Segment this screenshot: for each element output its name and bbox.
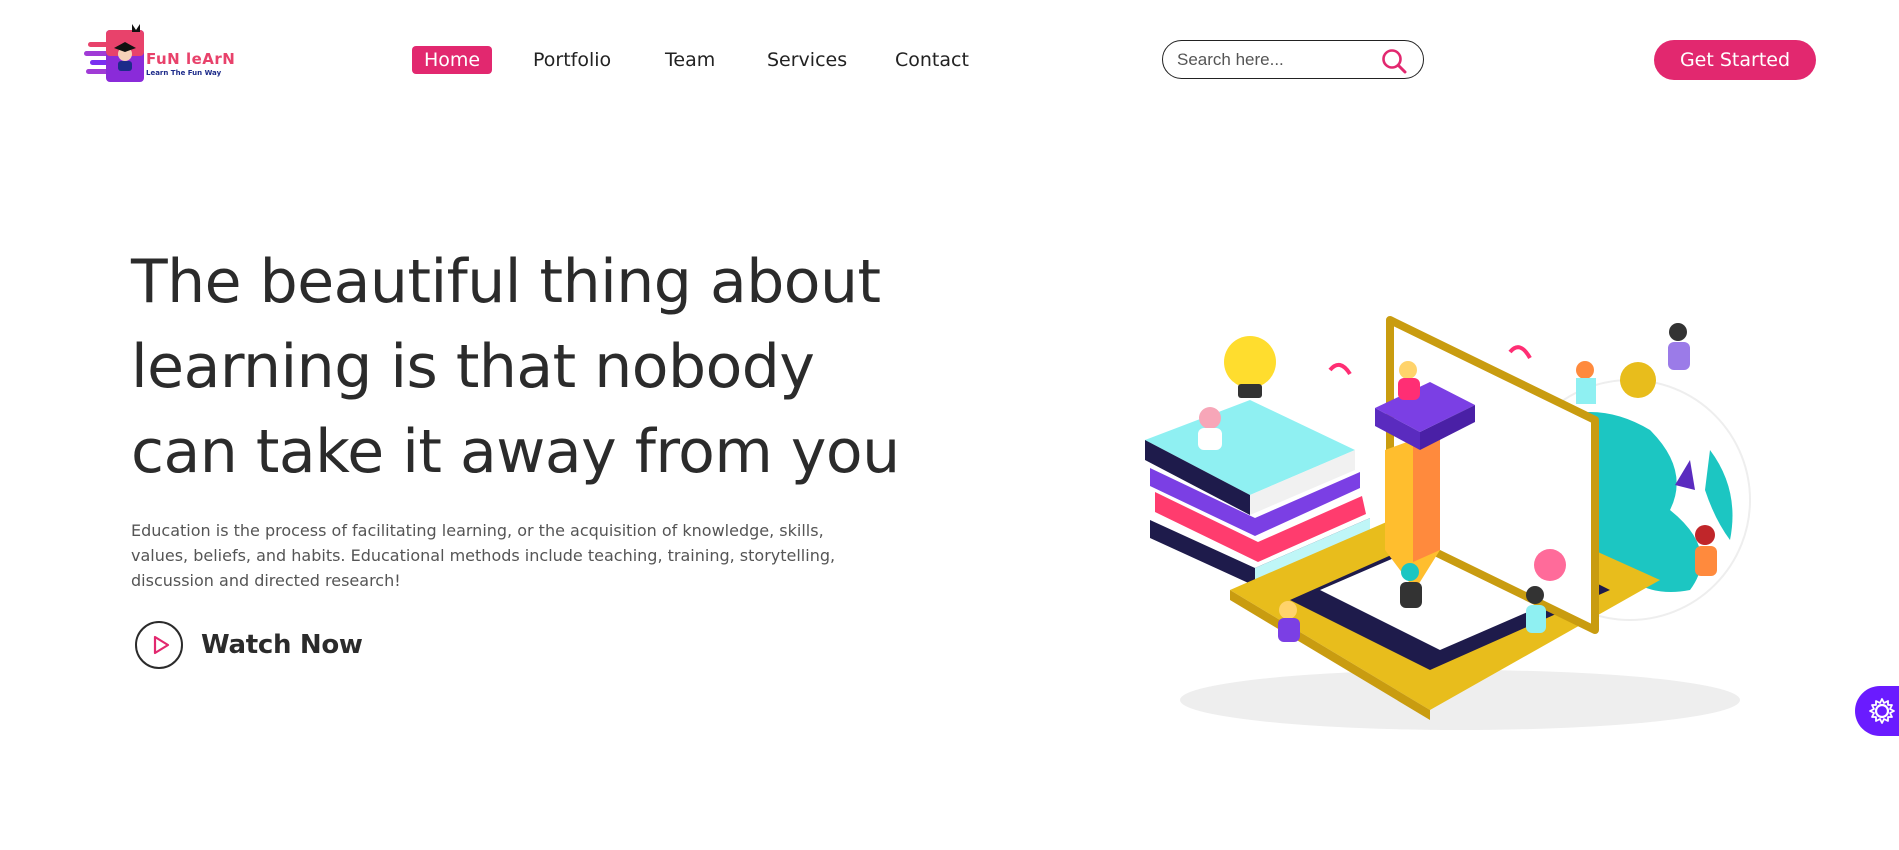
gear-icon [1869,698,1895,724]
logo-mark-icon [84,24,146,84]
brand-logo[interactable]: FuN leArN Learn The Fun Way [84,22,244,86]
nav-item-home[interactable]: Home [412,46,493,74]
play-icon[interactable] [135,621,183,669]
hero-title-line: learning is that nobody [131,332,815,402]
education-illustration [1130,300,1780,740]
nav-item-team[interactable]: Team [665,46,715,74]
watch-now-button[interactable]: Watch Now [135,620,363,670]
nav-item-services[interactable]: Services [767,46,847,74]
search-input[interactable] [1177,49,1377,71]
hero-description: Education is the process of facilitating… [131,521,836,590]
get-started-button[interactable]: Get Started [1654,40,1816,80]
nav-item-contact[interactable]: Contact [895,46,969,74]
nav-item-portfolio[interactable]: Portfolio [533,46,611,74]
brand-tagline: Learn The Fun Way [146,69,222,77]
hero-title-line: The beautiful thing about [131,247,881,317]
watch-now-label: Watch Now [201,630,363,660]
hero-title-line: can take it away from you [131,417,900,487]
search-icon[interactable] [1381,48,1407,74]
settings-button[interactable] [1855,686,1899,736]
search-box [1162,40,1424,79]
hero-title: The beautiful thing about learning is th… [131,240,931,495]
brand-name: FuN leArN [146,50,236,68]
